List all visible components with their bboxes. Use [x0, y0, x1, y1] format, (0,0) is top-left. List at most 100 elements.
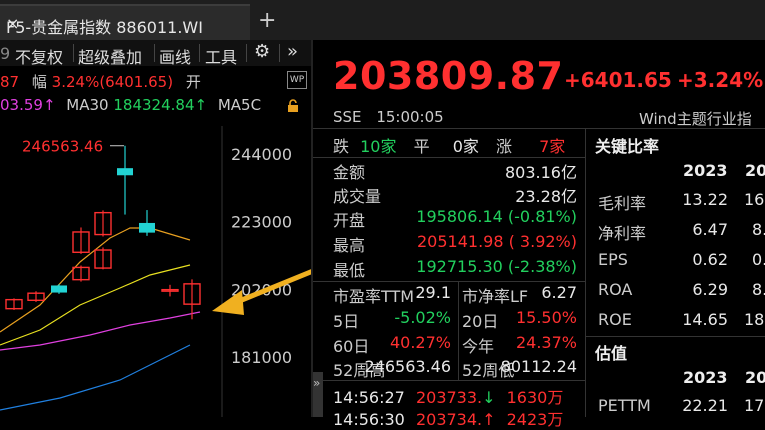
candle-body: [139, 222, 155, 233]
up-label: 涨: [495, 137, 512, 156]
grid-value: 15.50%: [515, 308, 577, 327]
stat-value: 23.28亿: [515, 187, 577, 206]
breadth-row: 跌 10家 平 0家 涨 7家: [333, 133, 565, 157]
collapse-icon: »: [313, 376, 321, 390]
kline-chart-pane[interactable]: 87 幅 3.24%(6401.65) 开 WP 03.59↑ MA30 184…: [0, 66, 311, 417]
candle-body: [117, 168, 133, 176]
divider: [199, 44, 200, 62]
up-count: 7家: [539, 137, 566, 156]
ma30-label: MA30: [66, 96, 109, 114]
price-change: +6401.65: [564, 68, 672, 92]
ratio-value: 8.: [752, 280, 765, 299]
toolbar-edge: 9: [0, 44, 11, 63]
tick-row: 14:56:30 203734.↑ 2423万: [333, 406, 563, 430]
divider: [246, 44, 247, 62]
ratio-value: 6.29: [692, 280, 728, 299]
toolbar-overlay-button[interactable]: 超级叠加: [78, 44, 142, 68]
amplitude-value: 3.24%(6401.65): [51, 73, 174, 91]
divider: [313, 281, 585, 282]
grid-value: -5.02%: [394, 308, 451, 327]
stat-value: 195806.14 (-0.81%): [416, 207, 577, 226]
toolbar-adjust-button[interactable]: 不复权: [15, 44, 63, 68]
divider: [73, 44, 74, 62]
ratio-label: ROE: [598, 310, 632, 329]
chart-info-prefix: 87: [0, 73, 20, 91]
stat-value: 803.16亿: [505, 163, 577, 182]
ma-next-label: MA5C: [217, 96, 262, 114]
high-price-annotation: 246563.46: [22, 138, 103, 156]
ratio-label: PETTM: [598, 396, 651, 415]
price-axis-label: 223000: [231, 213, 292, 232]
tab-bar: F5-贵金属指数 886011.WI × +: [0, 0, 765, 42]
close-icon[interactable]: ×: [6, 14, 19, 33]
up-arrow-icon: ↑: [482, 410, 496, 429]
ratio-label: EPS: [598, 250, 628, 269]
price-change-pct: +3.24%: [677, 68, 764, 92]
ma-prev-value: 03.59↑: [0, 96, 56, 114]
tab-active[interactable]: F5-贵金属指数 886011.WI ×: [0, 4, 250, 42]
grid-value: 6.27: [541, 283, 577, 302]
key-ratios-title: 关键比率: [595, 137, 660, 156]
ratio-value: 0.: [752, 250, 765, 269]
toolbar-draw-button[interactable]: 画线: [159, 44, 191, 68]
tick-price: 203734.: [415, 410, 483, 429]
quote-time: 15:00:05: [376, 108, 444, 126]
stat-value: 192715.30 (-2.38%): [416, 257, 577, 276]
ratio-value: 16.: [744, 190, 765, 209]
ratio-year: 20: [745, 161, 765, 180]
ratio-label: 净利率: [598, 224, 647, 243]
toolbar-tools-button[interactable]: 工具: [205, 44, 237, 68]
more-icon[interactable]: »: [287, 41, 298, 62]
flat-count: 0家: [452, 137, 479, 156]
price-axis-label: 244000: [231, 145, 292, 164]
ratio-year: 2023: [683, 161, 728, 180]
tick-row: 14:56:27 203733.↓ 1630万: [333, 384, 563, 408]
moving-average-line: [0, 227, 191, 333]
tick-price: 203733.: [415, 388, 483, 407]
down-count: 10家: [360, 137, 397, 156]
ratio-year: 2023: [683, 368, 728, 387]
divider: [586, 336, 765, 337]
wp-badge[interactable]: WP: [287, 71, 307, 89]
wp-badge-label: WP: [289, 75, 305, 85]
amplitude-label: 幅: [31, 73, 47, 91]
divider: [585, 128, 586, 417]
grid-value: 80112.24: [500, 357, 577, 376]
ratio-value: 6.47: [692, 220, 728, 239]
ratio-value: 0.62: [692, 250, 728, 269]
grid-value: 24.37%: [515, 333, 577, 352]
valuation-title: 估值: [595, 344, 628, 363]
chart-toolbar: 9 不复权 超级叠加 画线 工具 ⚙ »: [0, 40, 311, 67]
candlestick-chart: 244000223000202000181000246563.46: [0, 126, 311, 417]
divider: [154, 44, 155, 62]
lock-icon[interactable]: [286, 98, 300, 112]
moving-average-line: [0, 264, 191, 346]
open-label: 开: [185, 73, 201, 91]
exchange-time: SSE 15:00:05: [333, 108, 444, 126]
ratio-label: ROA: [598, 280, 633, 299]
new-tab-button[interactable]: +: [258, 8, 276, 33]
tab-title: F5-贵金属指数 886011.WI: [6, 18, 203, 37]
tick-volume: 1630万: [506, 388, 564, 407]
ratio-value: 13.22: [682, 190, 728, 209]
down-arrow-icon: ↓: [482, 388, 496, 407]
industry-label[interactable]: Wind主题行业指: [639, 108, 752, 129]
ratio-value: 8.: [752, 220, 765, 239]
grid-value: 246563.46: [364, 357, 451, 376]
pane-divider[interactable]: [311, 40, 313, 417]
grid-value: 29.1: [415, 283, 451, 302]
divider: [313, 380, 585, 381]
ratio-value: 18.: [744, 310, 765, 329]
divider: [279, 44, 280, 62]
ratio-value: 14.65: [682, 310, 728, 329]
tick-time: 14:56:27: [333, 388, 405, 407]
gear-icon[interactable]: ⚙: [254, 41, 270, 62]
moving-average-line: [0, 311, 201, 351]
ratio-year: 20: [745, 368, 765, 387]
ratio-value: 22.21: [682, 396, 728, 415]
down-label: 跌: [333, 137, 350, 156]
divider: [458, 281, 459, 380]
collapse-strip[interactable]: »: [313, 372, 323, 417]
candle-body: [51, 285, 67, 293]
stat-value: 205141.98 ( 3.92%): [416, 232, 577, 251]
